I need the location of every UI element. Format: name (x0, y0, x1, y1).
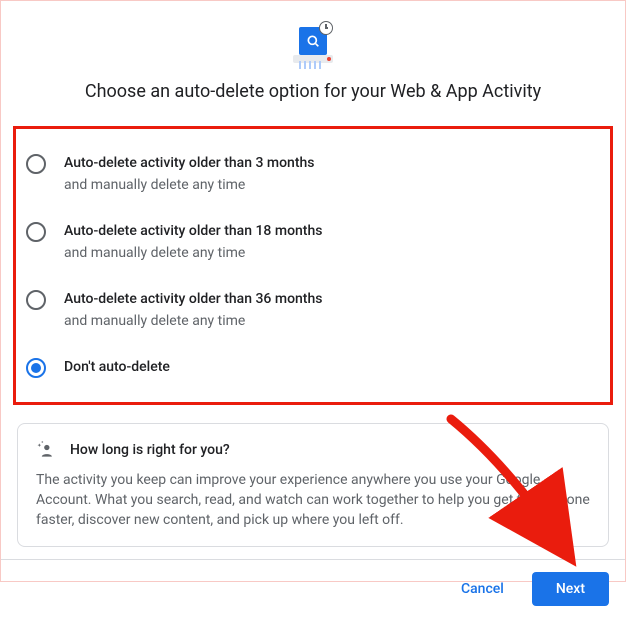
radio-sublabel: and manually delete any time (64, 311, 322, 331)
header-shredder-icon (17, 21, 609, 69)
radio-sublabel: and manually delete any time (64, 175, 315, 195)
cancel-button[interactable]: Cancel (445, 573, 520, 605)
radio-label: Auto-delete activity older than 18 month… (64, 221, 322, 241)
radio-sublabel: and manually delete any time (64, 243, 322, 263)
page-title: Choose an auto-delete option for your We… (17, 81, 609, 102)
radio-option-3-months[interactable]: Auto-delete activity older than 3 months… (22, 143, 604, 205)
info-body: The activity you keep can improve your e… (36, 470, 590, 530)
radio-label: Auto-delete activity older than 36 month… (64, 289, 322, 309)
radio-icon (26, 222, 46, 242)
radio-option-18-months[interactable]: Auto-delete activity older than 18 month… (22, 211, 604, 273)
options-highlight-box: Auto-delete activity older than 3 months… (13, 126, 613, 405)
info-card: How long is right for you? The activity … (17, 423, 609, 547)
radio-option-dont-delete[interactable]: Don't auto-delete (22, 347, 604, 388)
radio-label: Auto-delete activity older than 3 months (64, 153, 315, 173)
radio-option-36-months[interactable]: Auto-delete activity older than 36 month… (22, 279, 604, 341)
radio-icon (26, 154, 46, 174)
radio-icon (26, 290, 46, 310)
next-button[interactable]: Next (532, 572, 609, 606)
dialog-footer: Cancel Next (1, 559, 625, 618)
radio-label: Don't auto-delete (64, 357, 170, 377)
sparkle-person-icon (36, 440, 56, 460)
info-title: How long is right for you? (70, 442, 230, 458)
radio-icon-selected (26, 358, 46, 378)
